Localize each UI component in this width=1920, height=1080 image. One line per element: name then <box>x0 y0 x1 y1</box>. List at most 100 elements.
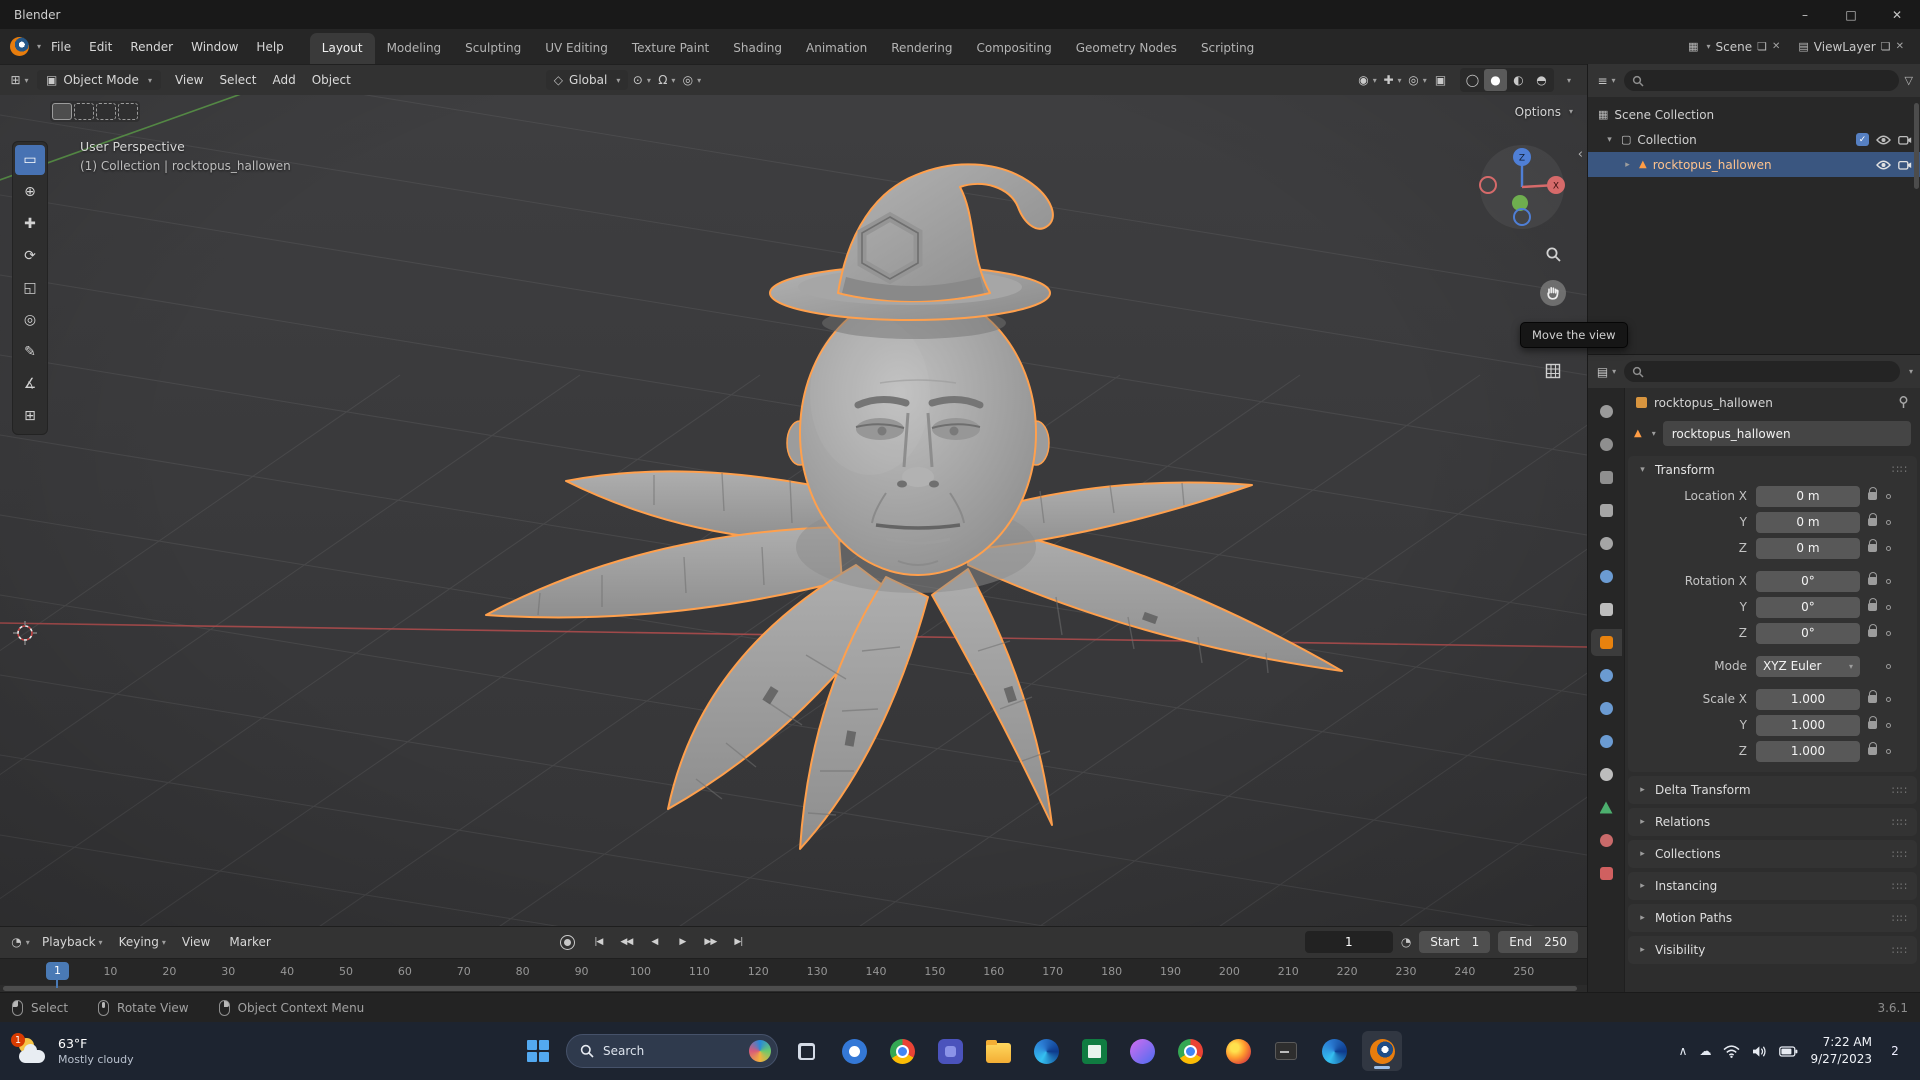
scene-selector[interactable]: ▦ ▾ Scene ❏ ✕ <box>1682 37 1786 57</box>
tool-add-cube[interactable]: ⊞ <box>15 401 45 431</box>
shading-wireframe[interactable]: ◯ <box>1461 69 1484 91</box>
edge-beta-icon[interactable] <box>1314 1031 1354 1071</box>
lock-open-icon[interactable] <box>1868 695 1877 703</box>
chat-icon[interactable] <box>834 1031 874 1071</box>
animate-dot-icon[interactable] <box>1886 697 1891 702</box>
interaction-mode-dropdown[interactable]: ▣ Object Mode ▾ <box>37 70 161 90</box>
object-name-field[interactable]: rocktopus_hallowen <box>1663 421 1911 446</box>
particles-tab[interactable] <box>1591 695 1622 722</box>
close-button[interactable]: ✕ <box>1874 0 1920 29</box>
menu-item[interactable]: Edit <box>80 36 121 58</box>
timeline-menu-item[interactable]: Playback▾ <box>34 932 111 952</box>
play-reverse-button[interactable]: ◀ <box>642 932 667 952</box>
viewport-menu-item[interactable]: Add <box>264 70 303 90</box>
chrome-profile-icon[interactable] <box>1170 1031 1210 1071</box>
show-visibility-icon[interactable]: ◉▾ <box>1356 69 1379 91</box>
tool-measure[interactable]: ∡ <box>15 369 45 399</box>
tool-transform[interactable]: ◎ <box>15 305 45 335</box>
timeline-menu-item[interactable]: Keying▾ <box>111 932 174 952</box>
outliner-row-object[interactable]: ▸ ▲ rocktopus_hallowen <box>1588 152 1920 177</box>
texture-tab[interactable] <box>1591 860 1622 887</box>
workspace-tab[interactable]: UV Editing <box>533 33 620 64</box>
view-layer-tab[interactable] <box>1591 497 1622 524</box>
value-field[interactable]: 1.000 <box>1756 715 1860 736</box>
object-tab[interactable] <box>1591 629 1622 656</box>
media-player-icon[interactable] <box>1122 1031 1162 1071</box>
select-mode-invert[interactable] <box>118 103 138 120</box>
select-mode-extend[interactable] <box>74 103 94 120</box>
properties-section-header[interactable]: ▸ Relations ∷∷ <box>1628 808 1917 836</box>
maximize-button[interactable]: □ <box>1828 0 1874 29</box>
jump-to-end-button[interactable]: ▶| <box>726 932 751 952</box>
viewport-3d-scene[interactable] <box>0 95 1587 926</box>
value-field[interactable]: 0 m <box>1756 538 1860 559</box>
minimize-button[interactable]: – <box>1782 0 1828 29</box>
shading-material[interactable]: ◐ <box>1507 69 1530 91</box>
workspace-tab[interactable]: Texture Paint <box>620 33 721 64</box>
lock-open-icon[interactable] <box>1868 721 1877 729</box>
speaker-icon[interactable] <box>1752 1045 1767 1058</box>
menu-item[interactable]: Help <box>247 36 292 58</box>
timeline-scrollbar[interactable] <box>0 985 1587 992</box>
zoom-view-icon[interactable] <box>1540 241 1566 267</box>
use-preview-range-icon[interactable]: ◔ <box>1401 935 1411 949</box>
workspace-tab[interactable]: Compositing <box>964 33 1063 64</box>
drag-handle-icon[interactable]: ∷∷ <box>1892 912 1908 925</box>
menu-item[interactable]: Window <box>182 36 247 58</box>
properties-section-header[interactable]: ▸ Motion Paths ∷∷ <box>1628 904 1917 932</box>
menu-item[interactable]: File <box>42 36 80 58</box>
shading-solid[interactable]: ● <box>1484 69 1507 91</box>
auto-keyframe-record-button[interactable] <box>560 935 575 950</box>
select-mode-set[interactable] <box>52 103 72 120</box>
collection-checkbox[interactable]: ✓ <box>1856 133 1869 146</box>
lock-open-icon[interactable] <box>1868 629 1877 637</box>
outliner-search-input[interactable] <box>1624 70 1899 91</box>
world-tab[interactable] <box>1591 563 1622 590</box>
sidebar-toggle-arrow[interactable]: ‹ <box>1578 147 1583 162</box>
blender-logo-icon[interactable] <box>10 37 29 56</box>
value-field[interactable]: 0° <box>1756 571 1860 592</box>
value-field[interactable]: 1.000 <box>1756 741 1860 762</box>
drag-handle-icon[interactable]: ∷∷ <box>1892 880 1908 893</box>
properties-editor-type-button[interactable]: ▤▾ <box>1595 361 1618 383</box>
firefox-icon[interactable] <box>1218 1031 1258 1071</box>
toggle-xray-icon[interactable]: ▣ <box>1431 69 1454 91</box>
tool-rotate[interactable]: ⟳ <box>15 241 45 271</box>
workspace-tab[interactable]: Geometry Nodes <box>1064 33 1189 64</box>
lock-open-icon[interactable] <box>1868 492 1877 500</box>
animate-dot-icon[interactable] <box>1886 494 1891 499</box>
workspace-tab[interactable]: Modeling <box>375 33 454 64</box>
drag-handle-icon[interactable]: ∷∷ <box>1892 784 1908 797</box>
tool-tab[interactable] <box>1591 398 1622 425</box>
edge-icon[interactable] <box>1026 1031 1066 1071</box>
jump-to-start-button[interactable]: |◀ <box>586 932 611 952</box>
animate-dot-icon[interactable] <box>1886 749 1891 754</box>
toggle-orthographic-icon[interactable] <box>1540 358 1566 384</box>
drag-handle-icon[interactable]: ∷∷ <box>1892 816 1908 829</box>
task-view-icon[interactable] <box>786 1031 826 1071</box>
properties-search-input[interactable] <box>1624 361 1900 382</box>
orientation-dropdown[interactable]: ◇ Global ▾ <box>546 70 629 90</box>
value-field[interactable]: 1.000 <box>1756 689 1860 710</box>
physics-tab[interactable] <box>1591 728 1622 755</box>
timeline-menu-item[interactable]: Marker <box>221 932 281 952</box>
play-button[interactable]: ▶ <box>670 932 695 952</box>
menu-item[interactable]: Render <box>121 36 182 58</box>
properties-section-header[interactable]: ▸ Instancing ∷∷ <box>1628 872 1917 900</box>
workspace-tab[interactable]: Scripting <box>1189 33 1266 64</box>
animate-dot-icon[interactable] <box>1886 664 1891 669</box>
animate-dot-icon[interactable] <box>1886 605 1891 610</box>
lock-open-icon[interactable] <box>1868 747 1877 755</box>
prev-keyframe-button[interactable]: ◀◀ <box>614 932 639 952</box>
timeline-ruler[interactable]: 1 10203040506070809010011012013014015016… <box>0 958 1587 986</box>
show-hidden-icons-chevron[interactable]: ∧ <box>1679 1044 1688 1058</box>
value-field[interactable]: 0° <box>1756 597 1860 618</box>
viewlayer-selector[interactable]: ▤ ViewLayer ❏ ✕ <box>1792 37 1910 57</box>
viewport-menu-item[interactable]: Object <box>304 70 359 90</box>
value-field[interactable]: 0° <box>1756 623 1860 644</box>
show-overlays-icon[interactable]: ◎▾ <box>1406 69 1429 91</box>
transform-section-header[interactable]: ▾ Transform ∷∷ <box>1628 456 1917 483</box>
value-field[interactable]: 0 m <box>1756 486 1860 507</box>
editor-type-button[interactable]: ⊞▾ <box>8 69 31 91</box>
expander-icon[interactable]: ▾ <box>1604 135 1615 145</box>
